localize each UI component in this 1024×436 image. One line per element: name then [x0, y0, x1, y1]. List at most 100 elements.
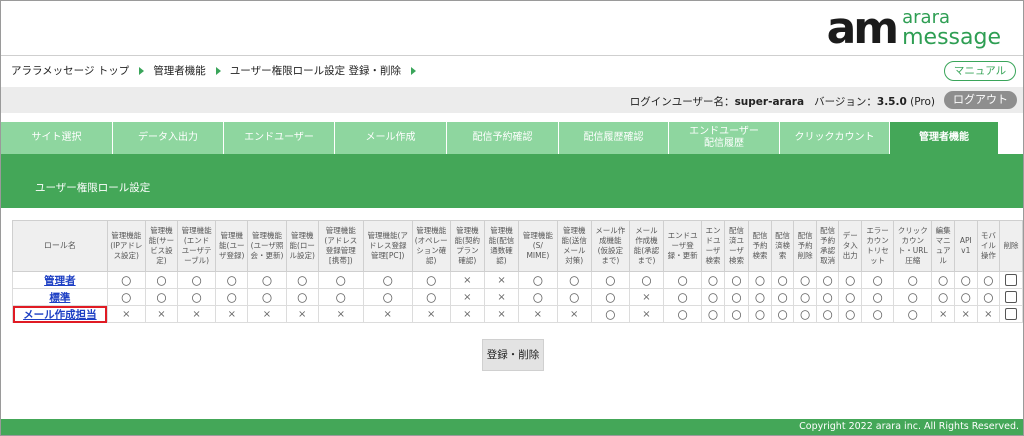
delete-checkbox[interactable] — [1005, 308, 1018, 320]
permission-cell: 〇 — [723, 305, 750, 323]
permission-column-header: 管理機能 (オペレー ション確 認) — [411, 220, 451, 272]
permission-column-header: 配信 予約 検索 — [748, 220, 772, 272]
permission-cell: × — [483, 305, 520, 323]
permission-column-header: 管理機 能(ユー ザ登録) — [215, 220, 249, 272]
permission-cell: 〇 — [976, 271, 1001, 289]
breadcrumb-arrow-icon — [410, 66, 416, 75]
role-link[interactable]: 標準 — [49, 292, 70, 304]
role-link[interactable]: 管理者 — [44, 275, 76, 287]
permission-cell: 〇 — [931, 288, 955, 306]
permission-column-header: 管理機 能(ロー ル設定) — [285, 220, 319, 272]
breadcrumb-arrow-icon — [139, 66, 145, 75]
permission-column-header: 編集 マニ ュア ル — [931, 220, 955, 272]
permission-cell: 〇 — [590, 305, 630, 323]
permission-cell: 〇 — [411, 271, 451, 289]
permission-cell: 〇 — [793, 271, 817, 289]
permission-cell: × — [215, 305, 249, 323]
permission-cell: 〇 — [838, 288, 862, 306]
role-link[interactable]: メール作成担当 — [23, 309, 97, 321]
permission-column-header: 管理機能 (アドレス 登録管理 [携帯]) — [317, 220, 364, 272]
breadcrumb-admin-link[interactable]: 管理者機能 — [153, 63, 206, 78]
manual-button[interactable]: マニュアル — [944, 61, 1016, 81]
permission-cell: 〇 — [106, 271, 146, 289]
permission-column-header: クリック カウン ト・URL 圧縮 — [893, 220, 933, 272]
breadcrumb-current: ユーザー権限ロール設定 登録・削除 — [229, 65, 401, 77]
permission-cell: 〇 — [860, 271, 895, 289]
permission-column-header: デー タ入 出力 — [838, 220, 862, 272]
logout-button[interactable]: ログアウト — [944, 91, 1017, 109]
permission-cell: 〇 — [518, 288, 558, 306]
role-name-cell: メール作成担当 — [12, 305, 108, 323]
version-number: 3.5.0 — [876, 96, 907, 108]
permission-cell: 〇 — [106, 288, 146, 306]
permission-column-header: 管理機能 (S/ MIME) — [518, 220, 558, 272]
app-window: am arara message アララメッセージ トップ 管理者機能 ユーザー… — [0, 0, 1024, 436]
permission-cell: 〇 — [556, 288, 592, 306]
tab-data-io[interactable]: データ入出力 — [113, 122, 224, 154]
permission-cell: 〇 — [144, 288, 179, 306]
permission-cell: 〇 — [793, 288, 817, 306]
breadcrumb: アララメッセージ トップ 管理者機能 ユーザー権限ロール設定 登録・削除 — [11, 63, 425, 78]
permission-cell: 〇 — [663, 288, 703, 306]
permission-cell: × — [628, 305, 665, 323]
login-user-name: super-arara — [734, 96, 805, 108]
version-label: バージョン： — [814, 96, 877, 108]
permission-cell: 〇 — [815, 271, 840, 289]
role-name-cell: 標準 — [12, 288, 108, 306]
delete-checkbox[interactable] — [1005, 291, 1018, 303]
permission-cell: × — [411, 305, 451, 323]
permission-cell: 〇 — [701, 271, 725, 289]
tab-end-user[interactable]: エンドユーザー — [224, 122, 335, 154]
arara-message-logo: am arara message — [827, 7, 1001, 51]
delete-checkbox[interactable] — [1005, 274, 1018, 286]
permission-cell: 〇 — [518, 271, 558, 289]
permission-column-header: メール 作成機 能(承認 まで) — [628, 220, 665, 272]
tab-click-count[interactable]: クリックカウント — [780, 122, 890, 154]
role-name-header: ロール名 — [12, 220, 108, 272]
permission-cell: 〇 — [590, 288, 630, 306]
permission-column-header: 配信 予約 承認 取消 — [815, 220, 840, 272]
permission-column-header: 管理機能 (ユーザ照 会・更新) — [247, 220, 287, 272]
login-user-info: ログインユーザー名：super-arara バージョン：3.5.0 (Pro) — [630, 94, 935, 109]
register-delete-button[interactable]: 登録・削除 — [482, 339, 544, 371]
permission-column-header: 管理機能 (エンド ユーザテ ーブル) — [177, 220, 217, 272]
permission-cell: 〇 — [285, 271, 319, 289]
permission-cell: 〇 — [285, 288, 319, 306]
breadcrumb-top-link[interactable]: アララメッセージ トップ — [11, 63, 129, 78]
table-header-row: ロール名 管理機能 (IPアドレ ス設定) 管理機 能(サー ビス設 定) 管理機能… — [12, 220, 1023, 272]
permission-cell: 〇 — [663, 305, 703, 323]
permission-cell: 〇 — [748, 271, 772, 289]
permission-cell: 〇 — [663, 271, 703, 289]
tab-delivery-reservation[interactable]: 配信予約確認 — [447, 122, 559, 154]
copyright-text: Copyright 2022 arara inc. All Rights Res… — [799, 421, 1019, 432]
permission-cell: 〇 — [411, 288, 451, 306]
permission-cell: 〇 — [247, 288, 287, 306]
tab-admin[interactable]: 管理者機能 — [890, 122, 999, 154]
tab-end-user-delivery-history[interactable]: エンドユーザー 配信履歴 — [669, 122, 780, 154]
permission-column-header: 管理機能(ア ドレス登録 管理[PC]) — [362, 220, 413, 272]
table-row: 管理者〇〇〇〇〇〇〇〇〇 × × 〇〇〇〇〇〇〇〇〇〇〇〇〇〇〇〇〇 — [12, 271, 1023, 289]
permission-cell: 〇 — [362, 271, 413, 289]
logo-line2: message — [902, 25, 1001, 50]
permission-cell: × — [556, 305, 592, 323]
permission-cell: × — [976, 305, 1001, 323]
permission-cell: 〇 — [247, 271, 287, 289]
permission-cell: 〇 — [723, 271, 750, 289]
tab-mail-create[interactable]: メール作成 — [335, 122, 447, 154]
permission-cell: 〇 — [815, 305, 840, 323]
permission-cell: 〇 — [953, 288, 978, 306]
permission-cell: 〇 — [177, 288, 217, 306]
version-edition: (Pro) — [910, 96, 935, 108]
delete-cell — [999, 271, 1023, 289]
permission-column-header: API v1 — [953, 220, 978, 272]
permission-column-header: モバ イル 操作 — [976, 220, 1001, 272]
tab-delivery-history[interactable]: 配信履歴確認 — [559, 122, 669, 154]
permission-cell: × — [628, 288, 665, 306]
permission-cell: 〇 — [953, 271, 978, 289]
table-row: 標準〇〇〇〇〇〇〇〇〇 × × 〇〇〇 × 〇〇〇〇〇〇〇〇〇〇〇〇〇 — [12, 288, 1023, 306]
permission-cell: 〇 — [362, 288, 413, 306]
main-nav-tabs: サイト選択 データ入出力 エンドユーザー メール作成 配信予約確認 配信履歴確認… — [1, 122, 1023, 154]
tab-site-select[interactable]: サイト選択 — [1, 122, 113, 154]
permission-cell: × — [449, 288, 485, 306]
logo-mark: am — [826, 3, 900, 54]
